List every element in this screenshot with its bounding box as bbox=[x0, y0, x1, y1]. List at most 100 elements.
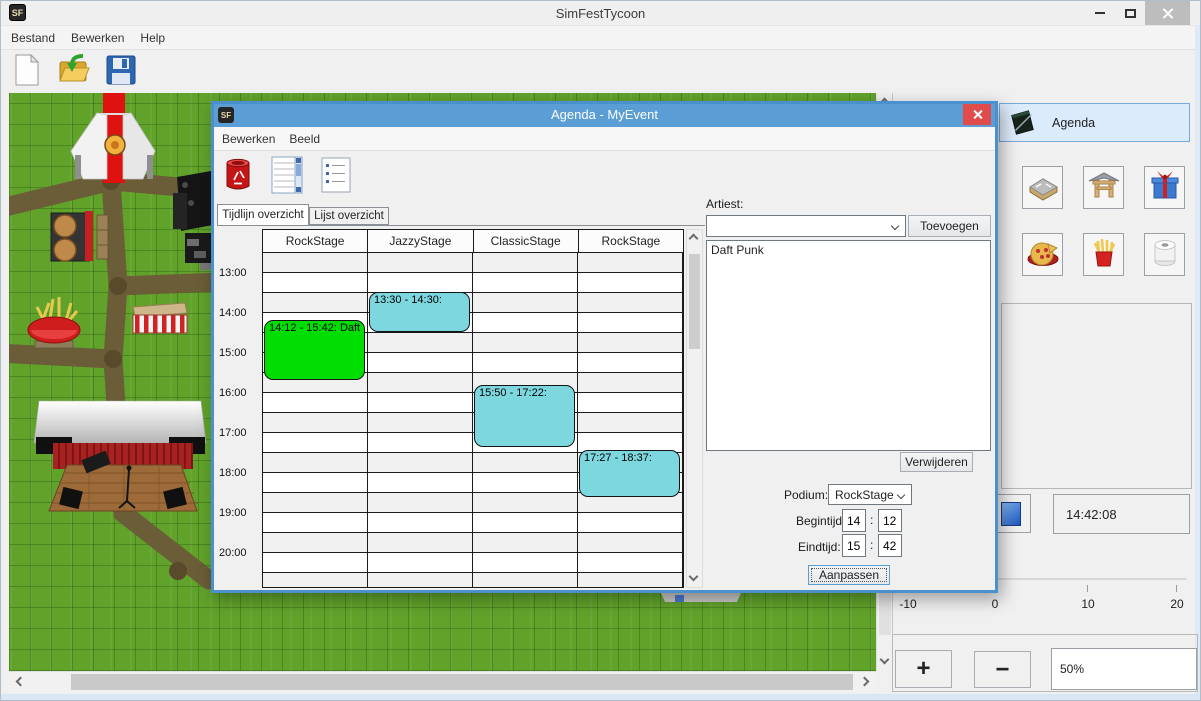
build-gift-button[interactable] bbox=[1144, 166, 1185, 209]
menu-help[interactable]: Help bbox=[140, 31, 165, 45]
schedule-event[interactable]: 14:12 - 15:42: Daft Punk bbox=[264, 320, 365, 380]
end-time-label: Eindtijd: bbox=[798, 540, 841, 554]
speaker-equipment[interactable] bbox=[173, 171, 213, 270]
tab-tijdlijn-overzicht[interactable]: Tijdlijn overzicht bbox=[217, 204, 309, 225]
dialog-menu-beeld[interactable]: Beeld bbox=[289, 132, 320, 146]
window-title: SimFestTycoon bbox=[1, 6, 1200, 21]
map-object-partial bbox=[661, 593, 741, 602]
maximize-icon bbox=[1125, 9, 1136, 18]
podium-label: Podium: bbox=[784, 488, 828, 502]
close-icon bbox=[973, 110, 982, 119]
timeline-view-button[interactable] bbox=[269, 156, 305, 198]
dialog-title: Agenda - MyEvent bbox=[214, 107, 995, 122]
agenda-button[interactable]: Agenda bbox=[999, 103, 1190, 142]
minimize-icon bbox=[1095, 12, 1105, 14]
slider-tick bbox=[1176, 585, 1177, 592]
list-item-daft-punk[interactable]: Daft Punk bbox=[707, 241, 990, 259]
scroll-down-icon[interactable] bbox=[880, 655, 890, 665]
menu-bestand[interactable]: Bestand bbox=[11, 31, 55, 45]
schedule-scrollbar[interactable] bbox=[686, 229, 703, 588]
save-file-icon bbox=[105, 54, 137, 91]
window-titlebar: SF SimFestTycoon bbox=[1, 1, 1200, 25]
column-header-jazzystage: JazzyStage bbox=[368, 230, 473, 252]
dialog-titlebar[interactable]: SF Agenda - MyEvent bbox=[214, 104, 995, 127]
striped-stand[interactable] bbox=[133, 303, 187, 333]
main-menubar: Bestand Bewerken Help bbox=[1, 25, 1200, 50]
time-label: 15:00 bbox=[219, 347, 247, 359]
application-window: SF SimFestTycoon Bestand Bewerken Help bbox=[0, 0, 1201, 701]
map-horizontal-scrollbar[interactable] bbox=[9, 671, 876, 691]
save-file-button[interactable] bbox=[103, 53, 139, 91]
time-label: 18:00 bbox=[219, 467, 247, 479]
remove-artist-button[interactable]: Verwijderen bbox=[900, 452, 973, 472]
timeline-view-icon bbox=[271, 156, 303, 199]
time-colon: : bbox=[870, 513, 873, 527]
schedule-scroll-thumb[interactable] bbox=[689, 254, 700, 349]
schedule-event[interactable]: 15:50 - 17:22: bbox=[474, 385, 575, 446]
play-icon bbox=[1001, 502, 1021, 526]
burger-stand[interactable] bbox=[51, 211, 108, 261]
menu-bewerken[interactable]: Bewerken bbox=[71, 31, 124, 45]
clock-display: 14:42:08 bbox=[1053, 494, 1190, 534]
zoom-in-button[interactable]: + bbox=[895, 650, 952, 688]
open-file-button[interactable] bbox=[56, 53, 92, 91]
maximize-button[interactable] bbox=[1115, 1, 1145, 25]
new-document-button[interactable] bbox=[9, 53, 45, 91]
new-document-icon bbox=[14, 54, 40, 91]
build-gate-button[interactable] bbox=[1083, 166, 1124, 209]
dialog-menu-bewerken[interactable]: Bewerken bbox=[222, 132, 275, 146]
add-artist-button[interactable]: Toevoegen bbox=[908, 215, 991, 237]
delete-button[interactable] bbox=[220, 156, 256, 198]
begin-minute-input[interactable] bbox=[878, 509, 902, 532]
podium-select[interactable]: RockStage bbox=[828, 484, 912, 505]
agenda-button-label: Agenda bbox=[1052, 116, 1095, 130]
scroll-right-icon[interactable] bbox=[860, 677, 870, 687]
scroll-down-icon[interactable] bbox=[689, 572, 699, 582]
apply-button[interactable]: Aanpassen bbox=[808, 565, 890, 585]
chevron-down-icon bbox=[897, 491, 905, 499]
tab-lijst-overzicht[interactable]: Lijst overzicht bbox=[309, 207, 389, 225]
scroll-up-icon[interactable] bbox=[689, 234, 699, 244]
chevron-down-icon bbox=[891, 222, 899, 230]
build-fries-button[interactable] bbox=[1083, 233, 1124, 276]
time-colon: : bbox=[870, 538, 873, 552]
main-toolbar bbox=[1, 51, 1200, 93]
dialog-toolbar bbox=[214, 152, 995, 202]
schedule-panel: RockStageJazzyStageClassicStageRockStage… bbox=[217, 225, 705, 589]
toilet-paper-icon bbox=[1146, 233, 1184, 276]
end-hour-input[interactable] bbox=[842, 534, 866, 557]
artist-label: Artiest: bbox=[706, 197, 743, 211]
scroll-left-icon[interactable] bbox=[16, 677, 26, 687]
schedule-grid[interactable]: 14:12 - 15:42: Daft Punk13:30 - 14:30: 15… bbox=[262, 252, 684, 588]
window-right-edge bbox=[1195, 25, 1200, 701]
artist-listbox[interactable]: Daft Punk bbox=[706, 240, 991, 451]
column-header-classicstage: ClassicStage bbox=[474, 230, 579, 252]
schedule-event[interactable]: 17:27 - 18:37: bbox=[579, 450, 680, 497]
build-pizza-button[interactable] bbox=[1022, 233, 1063, 276]
build-road-tile-button[interactable] bbox=[1022, 166, 1063, 209]
map-horizontal-scroll-thumb[interactable] bbox=[71, 674, 853, 690]
agenda-book-icon bbox=[1008, 109, 1036, 137]
road-tile-icon bbox=[1024, 166, 1062, 209]
close-button[interactable] bbox=[1145, 1, 1190, 25]
fries-icon bbox=[1085, 233, 1123, 276]
end-minute-input[interactable] bbox=[878, 534, 902, 557]
time-label: 19:00 bbox=[219, 507, 247, 519]
begin-hour-input[interactable] bbox=[842, 509, 866, 532]
column-header-rockstage: RockStage bbox=[579, 230, 683, 252]
list-view-icon bbox=[321, 157, 351, 198]
artist-combobox[interactable] bbox=[706, 215, 906, 237]
fries-stand[interactable] bbox=[28, 297, 80, 348]
delete-icon bbox=[224, 158, 252, 197]
begin-time-label: Begintijd: bbox=[796, 514, 845, 528]
main-stage[interactable] bbox=[34, 401, 206, 511]
zoom-out-button[interactable]: − bbox=[974, 651, 1031, 688]
build-toilet-paper-button[interactable] bbox=[1144, 233, 1185, 276]
schedule-event[interactable]: 13:30 - 14:30: bbox=[369, 292, 470, 332]
pizza-icon bbox=[1024, 233, 1062, 276]
schedule-header: RockStageJazzyStageClassicStageRockStage bbox=[262, 229, 684, 253]
list-view-button[interactable] bbox=[318, 156, 354, 198]
dialog-close-button[interactable] bbox=[963, 104, 991, 125]
slider-tick-label: -10 bbox=[899, 597, 916, 611]
minimize-button[interactable] bbox=[1085, 1, 1115, 25]
